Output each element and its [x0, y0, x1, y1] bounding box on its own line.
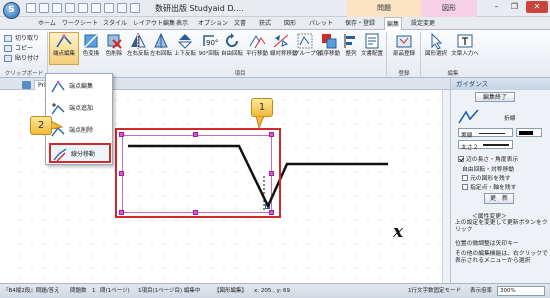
callout-pointer: [51, 120, 63, 130]
checkbox-checked[interactable]: [458, 155, 464, 162]
status-bar: 『B4縦2段』問題/答え 問題数 1 問(1ページ) 1項目(1ページ目) 編集…: [0, 283, 550, 298]
callout-1: 1: [251, 98, 273, 117]
guidance-text-arrow-keys: 位置の微調整は矢印キー: [455, 241, 519, 247]
line-style-value: 実線: [461, 133, 473, 139]
text-input-button[interactable]: 文章入力へ: [451, 32, 479, 66]
status-problem-count: 問題数 1: [70, 288, 96, 294]
vertex-edit-dropdown-menu: 端点編集 端点追加 端点削除 線分移動: [45, 73, 113, 165]
keep-axis-checkbox[interactable]: 指定点・軸を残す: [462, 182, 516, 191]
line-color-select[interactable]: [516, 128, 542, 137]
menu-item-vertex-edit[interactable]: 端点編集: [49, 77, 111, 97]
length-angle-label: 辺の長さ・角度表示: [466, 157, 519, 163]
guidance-text-context-menu: その他の編集機能は、右クリックで表示されるメニューから選択: [455, 251, 548, 264]
keep-original-checkbox[interactable]: 元の図形を残す: [462, 173, 511, 182]
status-coordinates: x: 205 , y: 69: [254, 288, 291, 294]
status-mode: 『B4縦2段』問題/答え: [3, 288, 60, 294]
text-input-icon: [457, 34, 473, 48]
keep-axis-label: 指定点・軸を残す: [470, 185, 517, 191]
vertex-edit-icon: [56, 34, 72, 48]
status-print-mode: 1行文字数固定モード: [408, 288, 461, 294]
minimize-button[interactable]: –: [488, 1, 505, 13]
selection-highlight-box: [115, 128, 281, 218]
menu-item-segment-move[interactable]: 線分移動: [49, 143, 111, 163]
checkbox-unchecked[interactable]: [462, 174, 468, 181]
rotate-section-title: 自由回転・対称移動: [462, 167, 515, 173]
app-menu-button[interactable]: S: [3, 2, 20, 19]
polyline-preview-icon: [458, 109, 479, 124]
text-input-label: 文章入力へ: [451, 51, 479, 57]
line-width-value: 太さ２: [461, 145, 479, 151]
update-button[interactable]: 更 新: [484, 193, 514, 204]
vertex-edit-button[interactable]: 端点編集: [50, 32, 78, 66]
status-zoom-label: 表示倍率: [470, 288, 493, 294]
guidance-panel-title: ガイダンス: [451, 78, 550, 90]
close-button[interactable]: ✕: [526, 1, 548, 13]
status-shape-edit: 【図形編集】: [214, 288, 248, 294]
menu-item-label: 端点削除: [69, 127, 94, 134]
line-width-select[interactable]: 太さ２: [458, 140, 513, 151]
menu-item-vertex-add[interactable]: 端点追加: [49, 99, 111, 119]
color-swatch: [519, 131, 533, 135]
callout-pointer: [255, 116, 265, 130]
line-width-sample: [483, 144, 509, 146]
status-page: 問(1ページ): [100, 288, 130, 294]
status-item: 1項目(1ページ目) 編集中: [138, 288, 201, 294]
line-style-select[interactable]: 実線: [458, 128, 513, 139]
vertex-edit-icon: [51, 80, 65, 93]
guidance-text-update: 上の設定を変更して更新ボタンをクリック: [455, 220, 548, 233]
shape-type-label: 折線: [504, 116, 516, 122]
vertex-add-icon: [51, 103, 65, 115]
line-sample: [479, 133, 505, 134]
menu-item-label: 端点編集: [69, 83, 94, 90]
segment-move-icon: [53, 148, 67, 162]
menu-item-label: 線分移動: [71, 151, 96, 158]
vertex-edit-label: 端点編集: [52, 51, 75, 57]
checkbox-unchecked[interactable]: [462, 183, 468, 190]
length-angle-checkbox[interactable]: 辺の長さ・角度表示: [458, 154, 518, 163]
attribute-change-heading: ＜属性変更＞: [472, 214, 507, 220]
restore-button[interactable]: ❐: [506, 1, 523, 13]
menu-item-label: 端点追加: [69, 105, 94, 112]
zoom-select[interactable]: 300%: [497, 286, 545, 296]
finish-edit-button[interactable]: 編集終了: [475, 92, 515, 102]
callout-2: 2: [30, 116, 52, 135]
